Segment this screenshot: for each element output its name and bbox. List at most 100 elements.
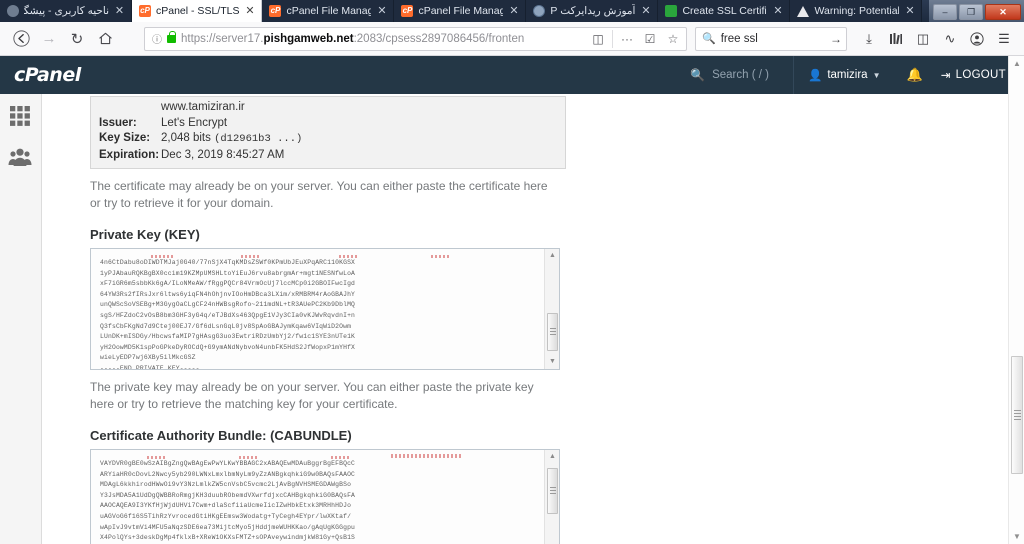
logout-label: LOGOUT [955, 69, 1006, 81]
page-info-icon[interactable]: ⓘ [152, 31, 162, 46]
tab-title: Create SSL Certificate [682, 5, 767, 17]
ca-bundle-value[interactable]: VAYDVR0gBE0wSzAIBgZngQwBAgEwPwYLKwYBBAGC… [91, 450, 559, 544]
cpanel-logo[interactable]: cPanel [14, 64, 81, 86]
reader-view-icon[interactable]: ◫ [587, 28, 609, 50]
users-icon [8, 148, 31, 166]
browser-tab-4[interactable]: cP cPanel File Manager ✕ [394, 0, 527, 22]
scrollbar-thumb[interactable] [547, 468, 558, 514]
menu-icon[interactable]: ☰ [992, 27, 1016, 51]
ca-bundle-textarea[interactable]: VAYDVR0gBE0wSzAIBgZngQwBAgEwPwYLKwYBBAGC… [90, 449, 560, 544]
browser-tab-1[interactable]: ناحیه کاربری - پیشگام وب ✕ [0, 0, 132, 22]
sync-icon[interactable]: ∿ [938, 27, 962, 51]
maximize-button[interactable]: ❐ [959, 4, 983, 20]
back-button[interactable] [8, 26, 34, 52]
certificate-keysize-row: Key Size: 2,048 bits (d12961b3 ...) [99, 131, 557, 148]
address-bar-actions: ◫ ··· ☑ ☆ [587, 28, 684, 50]
page-actions-icon[interactable]: ··· [616, 28, 638, 50]
cpanel-search-placeholder: Search ( / ) [712, 69, 769, 81]
forward-button[interactable]: → [36, 26, 62, 52]
page-scrollbar[interactable]: ▲ ▼ [1008, 56, 1024, 544]
browser-tab-5[interactable]: آموزش ریدایرکت HTTP ✕ [526, 0, 659, 22]
url-scheme: https://server17. [181, 32, 264, 45]
keysize-bits: 2,048 bits [161, 132, 215, 144]
library-icon[interactable] [884, 27, 908, 51]
ca-bundle-scrollbar[interactable]: ▲ ▼ [544, 450, 559, 544]
user-icon: 👤 [807, 70, 823, 82]
tab-close-icon[interactable]: ✕ [640, 5, 651, 17]
minimize-button[interactable]: – [933, 4, 957, 20]
close-button[interactable]: ✕ [985, 4, 1021, 20]
scroll-up-icon[interactable]: ▲ [1009, 56, 1024, 71]
url-path: :2083/cpsess2897086456/fronten [353, 32, 525, 45]
cpanel-icon: cP [401, 5, 414, 17]
scrollbar-grip [1014, 410, 1021, 420]
username-label: tamizira [827, 69, 868, 81]
scrollbar-grip [550, 328, 556, 336]
pocket-icon[interactable]: ☑ [639, 28, 661, 50]
scrollbar-thumb[interactable] [547, 313, 558, 351]
certificate-issuer-value: Let's Encrypt [161, 116, 228, 129]
certificate-issuer-row: Issuer: Let's Encrypt [99, 116, 557, 132]
tab-close-icon[interactable]: ✕ [114, 5, 125, 17]
browser-tab-2-active[interactable]: cP cPanel - SSL/TLS ✕ [132, 0, 263, 22]
apps-grid-icon [9, 106, 30, 126]
user-menu[interactable]: 👤 tamizira ▼ [794, 68, 895, 82]
sidebar-icon[interactable]: ◫ [911, 27, 935, 51]
scroll-down-icon[interactable]: ▼ [1009, 529, 1024, 544]
cpanel-icon: cP [139, 5, 151, 17]
account-icon[interactable] [965, 27, 989, 51]
chevron-down-icon: ▼ [872, 70, 881, 80]
cpanel-header: cPanel 🔍 Search ( / ) 👤 tamizira ▼ 🔔 ⇥ L… [0, 56, 1024, 94]
browser-tab-7[interactable]: Warning: Potential S ✕ [790, 0, 923, 22]
toolbar-icons: ⤓ ◫ ∿ ☰ [857, 27, 1016, 51]
private-key-label: Private Key (KEY) [90, 227, 200, 242]
tab-title: آموزش ریدایرکت HTTP [550, 5, 636, 17]
tab-close-icon[interactable]: ✕ [772, 5, 783, 17]
url-host: pishgamweb.net [263, 32, 354, 45]
cpanel-sidebar [0, 94, 42, 544]
search-icon: 🔍 [690, 68, 706, 82]
tab-title: cPanel - SSL/TLS [156, 5, 240, 17]
navigation-toolbar: → ↻ ⓘ https://server17.pishgamweb.net:20… [0, 22, 1024, 56]
page-scrollbar-thumb[interactable] [1011, 356, 1023, 474]
scroll-down-icon[interactable]: ▼ [545, 355, 559, 369]
search-input-value[interactable]: free ssl [721, 28, 825, 50]
search-icon: 🔍 [702, 33, 716, 45]
certificate-expiration-row: Expiration: Dec 3, 2019 8:45:27 AM [99, 148, 557, 164]
window-controls: – ❐ ✕ [929, 0, 1024, 22]
tab-close-icon[interactable]: ✕ [376, 5, 387, 17]
home-button[interactable] [92, 26, 118, 52]
browser-tab-3[interactable]: cP cPanel File Manager ✕ [262, 0, 395, 22]
search-go-icon[interactable]: → [830, 32, 842, 46]
scroll-up-icon[interactable]: ▲ [545, 450, 559, 464]
private-key-textarea[interactable]: 4n6CtDabu8oDIWDTMJaj0G40/77nSjX4TqKMDsZS… [90, 248, 560, 370]
globe-icon [533, 5, 546, 17]
cpanel-main: www.tamiziran.ir Issuer: Let's Encrypt K… [42, 94, 1024, 544]
cpanel-search[interactable]: 🔍 Search ( / ) [680, 68, 793, 82]
certificate-expiration-label: Expiration: [99, 148, 160, 161]
cpanel-header-right: 🔍 Search ( / ) 👤 tamizira ▼ 🔔 ⇥ LOGOUT [680, 56, 1024, 94]
sidebar-item-user-manager[interactable] [8, 146, 34, 172]
tab-close-icon[interactable]: ✕ [904, 5, 915, 17]
warning-icon [797, 5, 810, 17]
reload-button[interactable]: ↻ [64, 26, 90, 52]
private-key-value[interactable]: 4n6CtDabu8oDIWDTMJaj0G40/77nSjX4TqKMDsZS… [91, 249, 559, 369]
page-viewport: cPanel 🔍 Search ( / ) 👤 tamizira ▼ 🔔 ⇥ L… [0, 56, 1024, 544]
sidebar-item-tools[interactable] [8, 104, 34, 130]
ca-bundle-label: Certificate Authority Bundle: (CABUNDLE) [90, 428, 352, 443]
tab-close-icon[interactable]: ✕ [244, 5, 255, 17]
tab-close-icon[interactable]: ✕ [508, 5, 519, 17]
bookmark-star-icon[interactable]: ☆ [662, 28, 684, 50]
notifications-bell-icon[interactable]: 🔔 [895, 67, 935, 83]
address-bar[interactable]: ⓘ https://server17.pishgamweb.net:2083/c… [144, 26, 687, 51]
private-key-scrollbar[interactable]: ▲ ▼ [544, 249, 559, 369]
home-icon [98, 32, 112, 45]
browser-tab-6[interactable]: Create SSL Certificate ✕ [658, 0, 791, 22]
scroll-up-icon[interactable]: ▲ [545, 249, 559, 263]
library-glyph [890, 33, 902, 45]
ssl-form-content: www.tamiziran.ir Issuer: Let's Encrypt K… [90, 96, 572, 544]
search-bar[interactable]: 🔍 free ssl → [695, 26, 847, 51]
certificate-info-box: www.tamiziran.ir Issuer: Let's Encrypt K… [90, 96, 566, 169]
downloads-icon[interactable]: ⤓ [857, 27, 881, 51]
url-text: https://server17.pishgamweb.net:2083/cps… [181, 28, 582, 50]
